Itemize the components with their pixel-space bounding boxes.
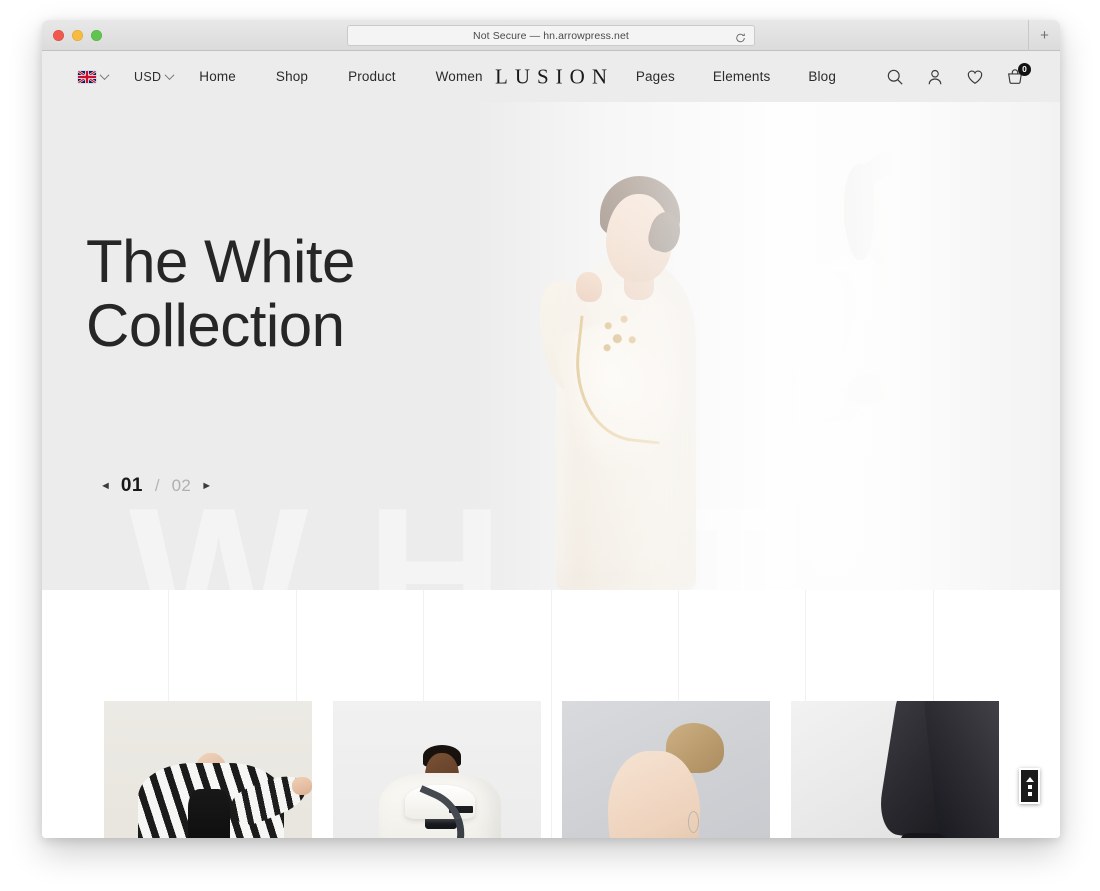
scroll-up-caret-icon bbox=[1025, 776, 1034, 782]
nav-item-pages[interactable]: Pages bbox=[636, 69, 675, 84]
hero-image-fade bbox=[472, 102, 1060, 590]
product-card-sneakers[interactable] bbox=[790, 701, 999, 838]
card4-sock bbox=[900, 833, 945, 838]
model-b-hair bbox=[844, 150, 954, 268]
model-b-blazer bbox=[796, 250, 1008, 590]
nav-item-women[interactable]: Women bbox=[436, 69, 483, 84]
nav-item-blog[interactable]: Blog bbox=[808, 69, 836, 84]
site-logo[interactable]: LUSION bbox=[488, 64, 614, 89]
browser-window: Not Secure — hn.arrowpress.net + USD Hom… bbox=[42, 20, 1060, 838]
address-bar[interactable]: Not Secure — hn.arrowpress.net bbox=[347, 25, 755, 46]
new-tab-button[interactable]: + bbox=[1028, 20, 1060, 51]
primary-nav-left: Home Shop Product Women bbox=[199, 69, 482, 84]
cart-icon[interactable]: 0 bbox=[1006, 62, 1031, 86]
model-b-buttons bbox=[932, 404, 940, 466]
slider-total-count: 02 bbox=[171, 476, 192, 495]
header-icon-group: 0 bbox=[886, 62, 1031, 86]
slider-separator: / bbox=[154, 476, 160, 495]
page-viewport: USD Home Shop Product Women LUSION Pages… bbox=[42, 51, 1060, 838]
chevron-down-icon bbox=[99, 70, 110, 81]
site-header: USD Home Shop Product Women LUSION Pages… bbox=[42, 51, 1060, 102]
currency-selector[interactable]: USD bbox=[134, 69, 175, 84]
model-a-neck bbox=[624, 250, 654, 300]
product-card-white-jacket[interactable] bbox=[332, 701, 541, 838]
hero-slider-pagination: ◄ 01 / 02 ► bbox=[100, 475, 212, 497]
cart-count-badge: 0 bbox=[1018, 62, 1031, 76]
hero-title: The White Collection bbox=[86, 228, 355, 359]
header-left-group: USD Home Shop Product Women bbox=[78, 69, 483, 84]
primary-nav-right: Pages Elements Blog bbox=[636, 69, 874, 84]
nav-item-product[interactable]: Product bbox=[348, 69, 396, 84]
search-icon[interactable] bbox=[886, 68, 904, 86]
uk-flag-icon bbox=[78, 70, 96, 83]
model-a-arm bbox=[534, 276, 602, 394]
nav-item-elements[interactable]: Elements bbox=[713, 69, 770, 84]
model-a-hair-strand bbox=[645, 208, 685, 256]
maximize-window-button[interactable] bbox=[91, 29, 102, 41]
hero-slider: WHITE The White Collection ◄ 01 / 02 ► bbox=[42, 102, 1060, 590]
account-icon[interactable] bbox=[926, 68, 944, 86]
model-b-hair-right bbox=[920, 164, 954, 264]
model-a-gold-chain bbox=[567, 315, 673, 445]
model-b-hand-right bbox=[906, 356, 956, 394]
nav-item-shop[interactable]: Shop bbox=[276, 69, 308, 84]
reload-icon[interactable] bbox=[735, 30, 746, 42]
wishlist-heart-icon[interactable] bbox=[966, 68, 984, 86]
currency-label: USD bbox=[134, 69, 162, 84]
scroll-to-top-widget[interactable] bbox=[1019, 768, 1040, 804]
minimize-window-button[interactable] bbox=[72, 29, 83, 41]
hero-model-right-image bbox=[786, 102, 1046, 590]
model-a-head bbox=[606, 194, 672, 282]
close-window-button[interactable] bbox=[53, 29, 64, 41]
model-a-embroidery bbox=[590, 304, 650, 366]
card3-earring bbox=[687, 811, 699, 833]
product-card-zebra-jacket[interactable] bbox=[103, 701, 312, 838]
slider-current-index: 01 bbox=[120, 475, 143, 496]
model-b-lapel-left bbox=[833, 260, 915, 396]
model-b-head bbox=[862, 174, 934, 270]
hero-copy-block: The White Collection bbox=[86, 230, 355, 357]
product-card-row bbox=[42, 701, 1060, 838]
nav-item-home[interactable]: Home bbox=[199, 69, 236, 84]
widget-dot-1 bbox=[1027, 784, 1032, 789]
header-right-group: Pages Elements Blog 0 bbox=[636, 62, 1031, 86]
product-grid-section bbox=[42, 590, 1060, 838]
widget-dot-2 bbox=[1027, 791, 1032, 796]
hero-model-left-image bbox=[534, 160, 758, 590]
url-text: Not Secure — hn.arrowpress.net bbox=[473, 29, 629, 42]
window-traffic-lights bbox=[53, 29, 102, 41]
slider-prev-arrow[interactable]: ◄ bbox=[100, 480, 111, 492]
product-card-portrait[interactable] bbox=[561, 701, 770, 838]
slider-next-arrow[interactable]: ► bbox=[201, 480, 212, 492]
model-a-dress bbox=[556, 260, 696, 590]
language-selector[interactable] bbox=[78, 70, 110, 83]
model-b-hair-left bbox=[844, 164, 874, 260]
model-a-feather-trim bbox=[551, 307, 705, 483]
model-b-hand-left bbox=[845, 370, 895, 408]
model-b-arm-right bbox=[937, 269, 1017, 427]
card1-hand bbox=[291, 777, 312, 795]
model-a-hair bbox=[600, 176, 680, 238]
model-b-lapel-right bbox=[875, 260, 957, 396]
chevron-down-icon bbox=[164, 70, 175, 81]
model-a-hand bbox=[576, 272, 602, 302]
model-b-neck bbox=[882, 252, 912, 294]
model-b-vneck bbox=[874, 268, 914, 340]
browser-titlebar: Not Secure — hn.arrowpress.net + bbox=[42, 20, 1060, 51]
card1-top bbox=[187, 789, 230, 838]
model-b-arm-left bbox=[787, 269, 867, 425]
